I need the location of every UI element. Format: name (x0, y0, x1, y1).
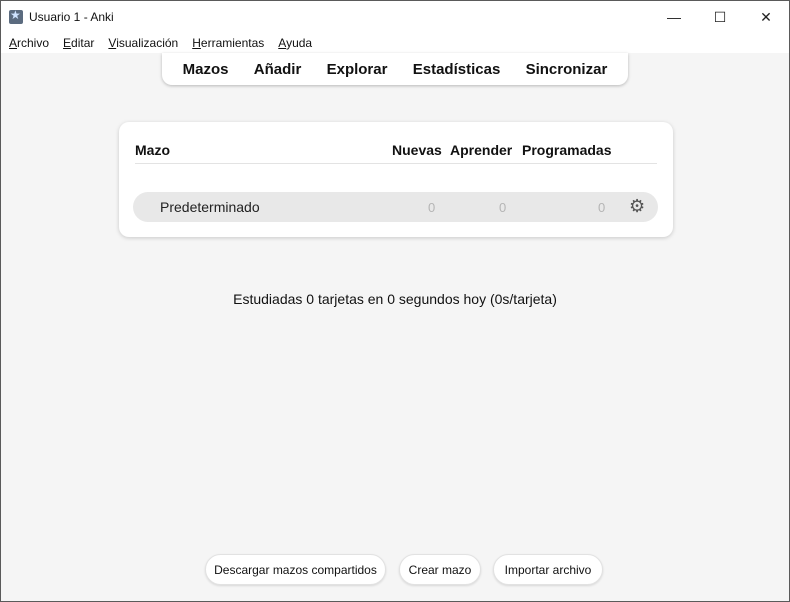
title-bar[interactable]: Usuario 1 - Anki — ☐ ✕ (1, 1, 789, 33)
app-window: Usuario 1 - Anki — ☐ ✕ Archivo Editar Vi… (0, 0, 790, 602)
deck-name-link[interactable]: Predeterminado (160, 199, 260, 215)
maximize-button[interactable]: ☐ (697, 1, 743, 33)
bottom-button-bar: Descargar mazos compartidos Crear mazo I… (1, 554, 789, 586)
menu-archivo[interactable]: Archivo (9, 36, 49, 50)
menu-bar: Archivo Editar Visualización Herramienta… (1, 33, 789, 53)
toolbar-browse-link[interactable]: Explorar (327, 61, 388, 78)
study-summary: Estudiadas 0 tarjetas en 0 segundos hoy … (233, 291, 557, 307)
deck-due-count: 0 (598, 200, 606, 215)
toolbar-add-link[interactable]: Añadir (254, 61, 302, 78)
toolbar-decks-link[interactable]: Mazos (183, 61, 229, 78)
deck-row[interactable]: Predeterminado 0 0 0 ⚙ (133, 192, 658, 222)
minimize-button[interactable]: — (651, 1, 697, 33)
deck-table-header: Mazo Nuevas Aprender Programadas (135, 142, 657, 164)
header-new: Nuevas (392, 142, 442, 158)
menu-visualizacion[interactable]: Visualización (108, 36, 178, 50)
header-learn: Aprender (450, 142, 513, 158)
close-button[interactable]: ✕ (743, 1, 789, 33)
deck-learn-count: 0 (499, 200, 507, 215)
get-shared-decks-button[interactable]: Descargar mazos compartidos (205, 554, 386, 585)
menu-ayuda[interactable]: Ayuda (278, 36, 312, 50)
window-controls: — ☐ ✕ (651, 1, 789, 33)
deck-list-card: Mazo Nuevas Aprender Programadas Predete… (119, 122, 673, 237)
menu-editar[interactable]: Editar (63, 36, 94, 50)
header-due: Programadas (522, 142, 612, 158)
create-deck-button[interactable]: Crear mazo (399, 554, 481, 585)
main-toolbar: Mazos Añadir Explorar Estadísticas Sincr… (162, 53, 628, 85)
anki-app-icon (9, 8, 23, 24)
gear-icon[interactable]: ⚙ (629, 196, 645, 217)
menu-herramientas[interactable]: Herramientas (192, 36, 264, 50)
header-deck: Mazo (135, 142, 170, 158)
toolbar-sync-link[interactable]: Sincronizar (526, 61, 608, 78)
toolbar-stats-link[interactable]: Estadísticas (413, 61, 501, 78)
import-file-button[interactable]: Importar archivo (493, 554, 603, 585)
window-title: Usuario 1 - Anki (29, 10, 114, 24)
deck-new-count: 0 (428, 200, 436, 215)
